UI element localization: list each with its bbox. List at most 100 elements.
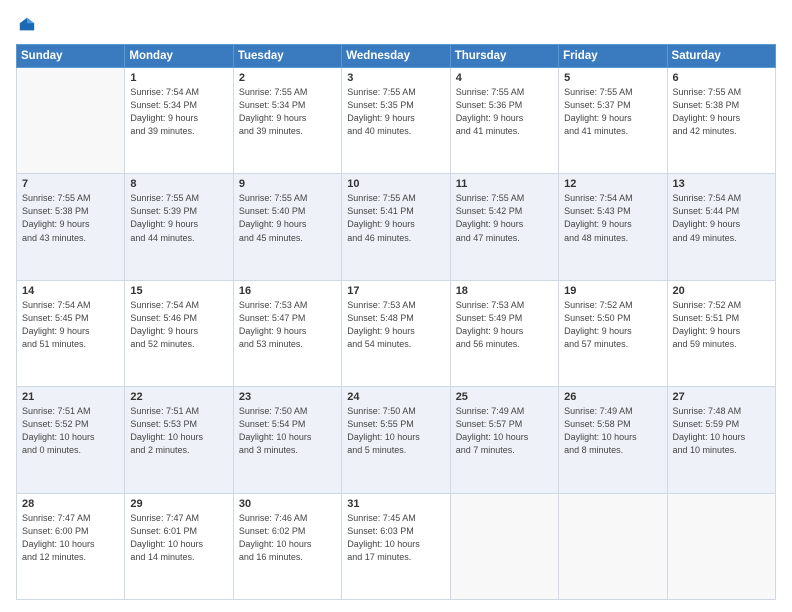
day-number: 5: [564, 72, 661, 84]
logo: [16, 16, 36, 34]
day-info: Sunrise: 7:54 AM Sunset: 5:43 PM Dayligh…: [564, 192, 661, 244]
day-number: 4: [456, 72, 553, 84]
day-number: 21: [22, 391, 119, 403]
day-info: Sunrise: 7:55 AM Sunset: 5:41 PM Dayligh…: [347, 192, 444, 244]
calendar-cell: 15Sunrise: 7:54 AM Sunset: 5:46 PM Dayli…: [125, 280, 233, 386]
day-number: 19: [564, 285, 661, 297]
day-info: Sunrise: 7:53 AM Sunset: 5:48 PM Dayligh…: [347, 299, 444, 351]
calendar-cell: [559, 493, 667, 599]
calendar-cell: 25 Sunrise: 7:49 AM Sunset: 5:57 PM Dayli…: [450, 387, 558, 493]
day-info: Sunrise: 7:49 AM Sunset: 5:58 PM Dayligh…: [564, 405, 661, 457]
calendar-header-tuesday: Tuesday: [233, 45, 341, 68]
calendar-header-row: SundayMondayTuesdayWednesdayThursdayFrid…: [17, 45, 776, 68]
calendar-cell: 27 Sunrise: 7:48 AM Sunset: 5:59 PM Dayli…: [667, 387, 775, 493]
calendar-cell: 12 Sunrise: 7:54 AM Sunset: 5:43 PM Dayli…: [559, 174, 667, 280]
day-number: 2: [239, 72, 336, 84]
calendar-cell: 5 Sunrise: 7:55 AM Sunset: 5:37 PM Daylig…: [559, 68, 667, 174]
calendar-cell: 28 Sunrise: 7:47 AM Sunset: 6:00 PM Dayli…: [17, 493, 125, 599]
day-number: 30: [239, 498, 336, 510]
day-info: Sunrise: 7:52 AM Sunset: 5:50 PM Dayligh…: [564, 299, 661, 351]
calendar-cell: 30 Sunrise: 7:46 AM Sunset: 6:02 PM Dayli…: [233, 493, 341, 599]
day-number: 3: [347, 72, 444, 84]
header: [16, 16, 776, 34]
calendar-week-row: 14 Sunrise: 7:54 AM Sunset: 5:45 PM Dayli…: [17, 280, 776, 386]
calendar-cell: 24Sunrise: 7:50 AM Sunset: 5:55 PM Dayli…: [342, 387, 450, 493]
calendar-header-thursday: Thursday: [450, 45, 558, 68]
day-number: 25: [456, 391, 553, 403]
day-info: Sunrise: 7:55 AM Sunset: 5:36 PM Dayligh…: [456, 86, 553, 138]
day-number: 16: [239, 285, 336, 297]
day-info: Sunrise: 7:55 AM Sunset: 5:34 PM Dayligh…: [239, 86, 336, 138]
day-info: Sunrise: 7:55 AM Sunset: 5:42 PM Dayligh…: [456, 192, 553, 244]
day-number: 20: [673, 285, 770, 297]
day-number: 11: [456, 178, 553, 190]
day-info: Sunrise: 7:51 AM Sunset: 5:53 PM Dayligh…: [130, 405, 227, 457]
day-number: 24: [347, 391, 444, 403]
day-number: 10: [347, 178, 444, 190]
calendar-header-sunday: Sunday: [17, 45, 125, 68]
day-number: 17: [347, 285, 444, 297]
calendar-cell: [667, 493, 775, 599]
day-info: Sunrise: 7:54 AM Sunset: 5:45 PM Dayligh…: [22, 299, 119, 351]
day-number: 12: [564, 178, 661, 190]
day-number: 14: [22, 285, 119, 297]
day-info: Sunrise: 7:55 AM Sunset: 5:35 PM Dayligh…: [347, 86, 444, 138]
day-info: Sunrise: 7:52 AM Sunset: 5:51 PM Dayligh…: [673, 299, 770, 351]
calendar-cell: 29 Sunrise: 7:47 AM Sunset: 6:01 PM Dayli…: [125, 493, 233, 599]
page-container: SundayMondayTuesdayWednesdayThursdayFrid…: [0, 0, 792, 612]
day-number: 29: [130, 498, 227, 510]
day-info: Sunrise: 7:45 AM Sunset: 6:03 PM Dayligh…: [347, 512, 444, 564]
day-number: 7: [22, 178, 119, 190]
calendar-cell: 17 Sunrise: 7:53 AM Sunset: 5:48 PM Dayli…: [342, 280, 450, 386]
day-number: 22: [130, 391, 227, 403]
calendar-cell: 20 Sunrise: 7:52 AM Sunset: 5:51 PM Dayli…: [667, 280, 775, 386]
day-number: 8: [130, 178, 227, 190]
day-info: Sunrise: 7:54 AM Sunset: 5:44 PM Dayligh…: [673, 192, 770, 244]
day-info: Sunrise: 7:55 AM Sunset: 5:39 PM Dayligh…: [130, 192, 227, 244]
day-number: 26: [564, 391, 661, 403]
day-info: Sunrise: 7:47 AM Sunset: 6:00 PM Dayligh…: [22, 512, 119, 564]
day-number: 6: [673, 72, 770, 84]
day-number: 31: [347, 498, 444, 510]
day-number: 28: [22, 498, 119, 510]
calendar-cell: 6 Sunrise: 7:55 AM Sunset: 5:38 PM Daylig…: [667, 68, 775, 174]
day-number: 1: [130, 72, 227, 84]
calendar-week-row: 28 Sunrise: 7:47 AM Sunset: 6:00 PM Dayli…: [17, 493, 776, 599]
day-number: 13: [673, 178, 770, 190]
day-number: 27: [673, 391, 770, 403]
day-info: Sunrise: 7:54 AM Sunset: 5:34 PM Dayligh…: [130, 86, 227, 138]
calendar-cell: 4 Sunrise: 7:55 AM Sunset: 5:36 PM Daylig…: [450, 68, 558, 174]
calendar-cell: 18Sunrise: 7:53 AM Sunset: 5:49 PM Dayli…: [450, 280, 558, 386]
day-info: Sunrise: 7:46 AM Sunset: 6:02 PM Dayligh…: [239, 512, 336, 564]
calendar-cell: 21Sunrise: 7:51 AM Sunset: 5:52 PM Dayli…: [17, 387, 125, 493]
day-info: Sunrise: 7:47 AM Sunset: 6:01 PM Dayligh…: [130, 512, 227, 564]
calendar-header-monday: Monday: [125, 45, 233, 68]
calendar-cell: 10 Sunrise: 7:55 AM Sunset: 5:41 PM Dayli…: [342, 174, 450, 280]
day-info: Sunrise: 7:55 AM Sunset: 5:40 PM Dayligh…: [239, 192, 336, 244]
day-info: Sunrise: 7:53 AM Sunset: 5:47 PM Dayligh…: [239, 299, 336, 351]
calendar-cell: 8 Sunrise: 7:55 AM Sunset: 5:39 PM Daylig…: [125, 174, 233, 280]
day-number: 9: [239, 178, 336, 190]
day-number: 23: [239, 391, 336, 403]
calendar-cell: 1 Sunrise: 7:54 AM Sunset: 5:34 PM Daylig…: [125, 68, 233, 174]
calendar-week-row: 21Sunrise: 7:51 AM Sunset: 5:52 PM Dayli…: [17, 387, 776, 493]
calendar-cell: 11 Sunrise: 7:55 AM Sunset: 5:42 PM Dayli…: [450, 174, 558, 280]
calendar-cell: 7 Sunrise: 7:55 AM Sunset: 5:38 PM Daylig…: [17, 174, 125, 280]
day-info: Sunrise: 7:49 AM Sunset: 5:57 PM Dayligh…: [456, 405, 553, 457]
calendar-cell: 26 Sunrise: 7:49 AM Sunset: 5:58 PM Dayli…: [559, 387, 667, 493]
calendar-header-wednesday: Wednesday: [342, 45, 450, 68]
calendar-cell: 19 Sunrise: 7:52 AM Sunset: 5:50 PM Dayli…: [559, 280, 667, 386]
day-info: Sunrise: 7:53 AM Sunset: 5:49 PM Dayligh…: [456, 299, 553, 351]
calendar-cell: 3 Sunrise: 7:55 AM Sunset: 5:35 PM Daylig…: [342, 68, 450, 174]
day-info: Sunrise: 7:55 AM Sunset: 5:38 PM Dayligh…: [673, 86, 770, 138]
day-info: Sunrise: 7:50 AM Sunset: 5:54 PM Dayligh…: [239, 405, 336, 457]
day-info: Sunrise: 7:55 AM Sunset: 5:38 PM Dayligh…: [22, 192, 119, 244]
calendar-cell: 14 Sunrise: 7:54 AM Sunset: 5:45 PM Dayli…: [17, 280, 125, 386]
calendar-cell: 2 Sunrise: 7:55 AM Sunset: 5:34 PM Daylig…: [233, 68, 341, 174]
day-info: Sunrise: 7:55 AM Sunset: 5:37 PM Dayligh…: [564, 86, 661, 138]
calendar-week-row: 7 Sunrise: 7:55 AM Sunset: 5:38 PM Daylig…: [17, 174, 776, 280]
day-info: Sunrise: 7:48 AM Sunset: 5:59 PM Dayligh…: [673, 405, 770, 457]
calendar-cell: 16 Sunrise: 7:53 AM Sunset: 5:47 PM Dayli…: [233, 280, 341, 386]
calendar-cell: 22 Sunrise: 7:51 AM Sunset: 5:53 PM Dayli…: [125, 387, 233, 493]
logo-text: [16, 16, 36, 34]
